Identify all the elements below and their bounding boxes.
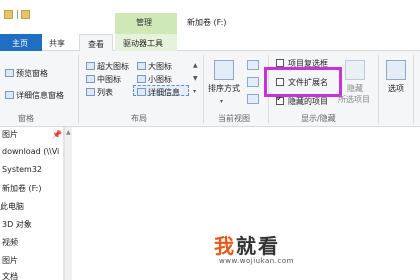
folder-icon[interactable] [4,10,13,19]
preview-pane-icon [5,69,14,77]
layout-item-label: 详细信息 [148,88,180,97]
layout-item-label: 列表 [97,88,113,97]
layout-expand-icon[interactable]: ▾ [193,88,196,95]
layout-large-icons[interactable]: 大图标 [137,61,172,72]
layout-item-label: 超大图标 [97,62,129,71]
watermark-logo: 我就看 [214,230,280,259]
nav-item-documents[interactable]: 文档 [2,271,18,280]
nav-item-this-pc[interactable]: 此电脑 [0,201,24,212]
add-columns-icon[interactable] [247,77,259,87]
extra-large-icons-icon [86,62,95,70]
nav-scrollbar[interactable]: ▲ [64,127,72,280]
group-label-show-hide: 显示/隐藏 [301,114,336,123]
nav-item-pictures-2[interactable]: 图片 [2,255,18,266]
pin-icon[interactable]: 📌 [52,130,62,139]
annotation-highlight-box [264,67,342,97]
scroll-up-icon[interactable]: ▲ [66,129,71,136]
details-icon [137,88,146,96]
layout-item-label: 中图标 [97,75,121,84]
hidden-items-checkbox[interactable] [276,94,284,105]
medium-icons-icon [86,75,95,83]
nav-item-download[interactable]: download (\\Vi [2,147,64,156]
ribbon-separator [413,55,414,123]
tab-home[interactable]: 主页 [0,34,42,51]
ribbon-separator [203,55,204,123]
nav-item-new-volume[interactable]: 新加卷 (F:) [2,183,41,194]
preview-pane-label: 预览窗格 [16,69,48,78]
layout-item-label: 大图标 [148,62,172,71]
watermark-logo-part1: 我 [214,234,236,258]
sort-dropdown-icon[interactable]: ▾ [220,98,223,105]
sort-by-button[interactable]: 排序方式 [207,60,241,94]
options-label: 选项 [388,84,404,93]
layout-small-icons[interactable]: 小图标 [137,74,172,85]
hide-selected-button[interactable]: 隐藏 所选项目 [338,60,370,105]
details-pane-button[interactable]: 详细信息窗格 [5,90,64,101]
item-checkboxes-checkbox[interactable] [276,59,284,67]
watermark-url: www.wojiukan.com [219,257,294,265]
group-label-layout: 布局 [131,114,147,123]
sort-icon [214,60,234,80]
options-icon [386,60,406,80]
tab-view[interactable]: 查看 [79,34,113,52]
details-pane-label: 详细信息窗格 [16,91,64,100]
sort-by-label: 排序方式 [208,84,240,93]
layout-item-label: 小图标 [148,75,172,84]
group-label-current-view: 当前视图 [218,114,250,123]
size-columns-icon[interactable] [247,94,259,104]
list-icon [86,88,95,96]
hidden-items-label: 隐藏的项目 [288,97,328,106]
options-button[interactable]: 选项 [382,60,410,94]
tab-share[interactable]: 共享 [49,34,65,51]
nav-item-videos[interactable]: 视频 [2,237,18,248]
tab-drive-tools[interactable]: 驱动器工具 [115,34,177,51]
manage-label[interactable]: 管理 [136,17,152,28]
layout-list[interactable]: 列表 [86,87,113,98]
hide-selected-sublabel: 所选项目 [338,95,370,104]
ribbon-separator [78,55,79,123]
ribbon-separator [378,55,379,123]
group-label-panes: 窗格 [18,114,34,123]
nav-item-system32[interactable]: System32 [2,165,42,174]
preview-pane-button[interactable]: 预览窗格 [5,68,48,79]
layout-scroll-up-icon[interactable]: ▲ [193,62,198,69]
nav-item-pictures[interactable]: 图片 [2,129,18,140]
layout-medium-icons[interactable]: 中图标 [86,74,121,85]
nav-item-3d-objects[interactable]: 3D 对象 [2,219,32,230]
new-folder-icon[interactable] [21,10,30,19]
small-icons-icon [137,75,146,83]
watermark-logo-part2: 就看 [236,234,280,258]
large-icons-icon [137,62,146,70]
title-bar: 管理 新加卷 (F:) [0,0,420,34]
hide-selected-label: 隐藏 [347,84,363,93]
details-pane-icon [5,91,14,99]
hide-selected-icon [345,60,365,80]
group-by-icon[interactable] [247,60,259,70]
layout-scroll-down-icon[interactable]: ▼ [193,75,198,82]
window-title: 新加卷 (F:) [187,18,227,27]
layout-details[interactable]: 详细信息 [137,87,180,98]
layout-extra-large-icons[interactable]: 超大图标 [86,61,129,72]
